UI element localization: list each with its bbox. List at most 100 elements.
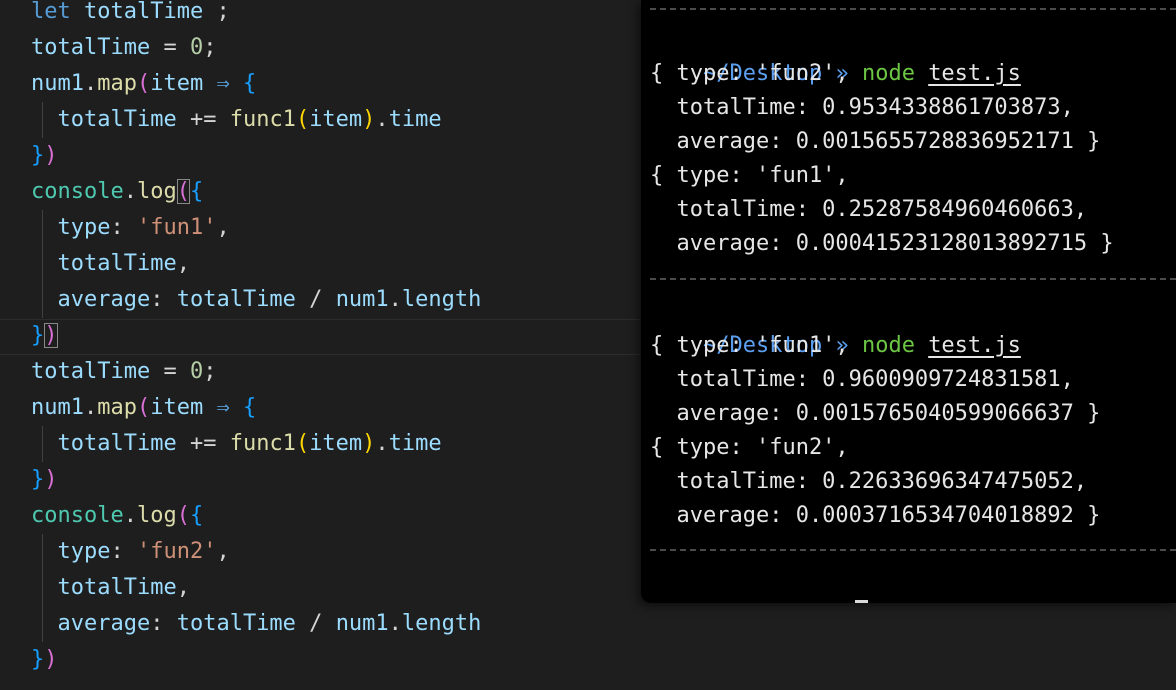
code-token: : xyxy=(110,215,137,240)
prompt-line: ~/Desktop » node test.js xyxy=(650,295,1021,358)
code-token: { xyxy=(189,179,204,204)
code-token: ; xyxy=(203,0,230,24)
output-line: { type: 'fun1', xyxy=(650,333,849,358)
code-token: , xyxy=(176,251,190,276)
code-token: } xyxy=(31,143,45,168)
code-token: ) xyxy=(362,107,376,132)
code-token: ( xyxy=(295,431,310,456)
output-line: { type: 'fun2', xyxy=(650,435,849,460)
code-token: item xyxy=(309,107,363,132)
output-line: { type: 'fun1', xyxy=(650,163,849,188)
code-token: totalTime xyxy=(84,0,204,24)
code-token: ⇒ xyxy=(216,395,230,420)
command-name: node xyxy=(861,333,915,358)
output-line: average: 0.0003716534704018892 } xyxy=(650,503,1101,528)
terminal-window[interactable]: ~/Desktop » node test.js { type: 'fun2',… xyxy=(641,0,1176,603)
prompt-line-active[interactable]: ~/Desktop » xyxy=(650,567,868,603)
code-token: , xyxy=(216,215,230,240)
code-token: } xyxy=(31,647,45,672)
code-token: num1 xyxy=(335,287,389,312)
code-token: . xyxy=(83,71,98,96)
code-line: average: totalTime / num1.length xyxy=(31,282,482,318)
code-token: . xyxy=(375,107,389,132)
code-token: } xyxy=(31,323,45,348)
code-line: }) xyxy=(31,462,58,498)
code-line: let totalTime ; xyxy=(31,0,230,30)
code-token: length xyxy=(401,611,482,636)
code-token: ( xyxy=(136,395,151,420)
prompt-line: ~/Desktop » node test.js xyxy=(650,23,1021,86)
code-token: ) xyxy=(362,431,376,456)
code-token: num1 xyxy=(31,395,84,420)
code-token: totalTime xyxy=(176,287,296,312)
code-line: totalTime, xyxy=(31,570,190,606)
code-token: : xyxy=(110,539,137,564)
code-line: totalTime = 0; xyxy=(31,30,216,66)
code-token: { xyxy=(242,395,257,420)
code-token: item xyxy=(150,395,204,420)
code-token: map xyxy=(97,71,137,96)
code-token: console xyxy=(31,179,124,204)
code-token: average xyxy=(57,287,151,312)
code-token: ( xyxy=(295,107,310,132)
command-file: test.js xyxy=(928,61,1021,86)
code-line: totalTime = 0; xyxy=(31,354,216,390)
separator xyxy=(650,549,1176,551)
code-line: type: 'fun2', xyxy=(31,534,230,570)
code-token: length xyxy=(401,287,482,312)
code-token: . xyxy=(123,179,137,204)
separator xyxy=(650,278,1176,280)
code-token: ) xyxy=(44,143,58,168)
code-line: }) xyxy=(31,642,58,678)
command-name: node xyxy=(861,61,915,86)
code-line: num1.map(item ⇒ { xyxy=(31,66,256,102)
code-token: totalTime xyxy=(176,611,296,636)
code-token: / xyxy=(295,611,336,636)
output-line: average: 0.0015765040599066637 } xyxy=(650,401,1101,426)
code-token: += xyxy=(176,431,230,456)
code-token: type xyxy=(57,539,111,564)
code-token: { xyxy=(189,503,204,528)
code-token: . xyxy=(123,503,137,528)
output-line: totalTime: 0.9534338861703873, xyxy=(650,95,1074,120)
code-token: ( xyxy=(176,179,190,204)
code-token: . xyxy=(388,287,402,312)
code-line: console.log({ xyxy=(31,498,203,534)
code-token: func1 xyxy=(229,431,296,456)
code-token: time xyxy=(388,107,442,132)
code-token: . xyxy=(83,395,98,420)
code-token: func1 xyxy=(229,107,296,132)
code-token: 'fun1' xyxy=(136,215,217,240)
code-token: : xyxy=(150,611,177,636)
code-token: , xyxy=(176,575,190,600)
code-token: console xyxy=(31,503,124,528)
code-token: totalTime xyxy=(57,251,177,276)
output-line: totalTime: 0.22633696347475052, xyxy=(650,469,1088,494)
code-token: ( xyxy=(176,503,190,528)
code-line: num1.map(item ⇒ { xyxy=(31,390,256,426)
output-line: { type: 'fun2', xyxy=(650,61,849,86)
code-token: = xyxy=(150,35,190,60)
code-line: totalTime, xyxy=(31,246,190,282)
code-token: totalTime xyxy=(31,359,151,384)
code-token: totalTime xyxy=(57,431,177,456)
code-token: } xyxy=(31,467,45,492)
code-token: / xyxy=(295,287,336,312)
code-token: totalTime xyxy=(31,35,151,60)
code-token: ; xyxy=(203,35,217,60)
code-token: : xyxy=(150,287,177,312)
code-token: totalTime xyxy=(57,107,177,132)
separator xyxy=(650,8,1176,10)
code-token: ) xyxy=(44,323,58,348)
code-token: ) xyxy=(44,647,58,672)
code-token: . xyxy=(388,611,402,636)
